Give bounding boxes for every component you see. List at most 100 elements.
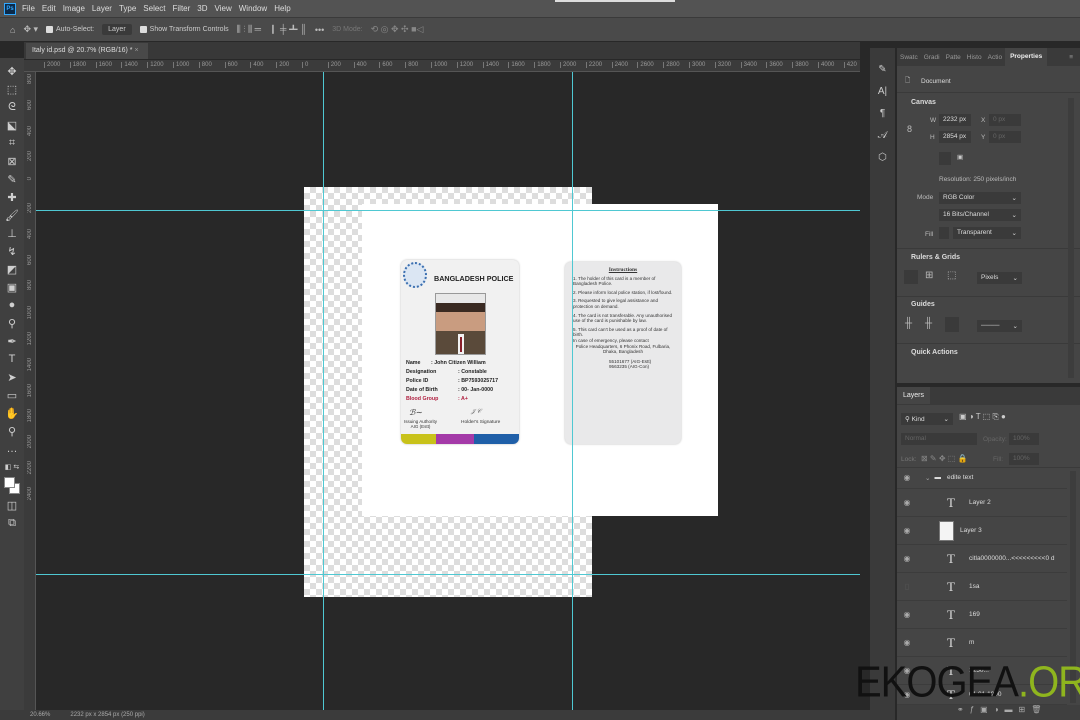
ruler-toggle-icon[interactable]	[904, 270, 918, 284]
gradient-tool-icon[interactable]: ▣	[3, 278, 21, 296]
guide-vertical[interactable]	[572, 72, 573, 710]
depth-dropdown[interactable]: 16 Bits/Channel ⌄	[939, 209, 1021, 221]
width-field[interactable]: 2232 px	[939, 114, 971, 126]
show-transform-checkbox[interactable]: Show Transform Controls	[139, 26, 229, 33]
tab-swatches[interactable]: Swatc	[897, 54, 921, 61]
document-tab[interactable]: Italy id.psd @ 20.7% (RGB/16) * ×	[26, 43, 148, 59]
type-tool-icon[interactable]: T	[3, 350, 21, 368]
search-bar[interactable]	[555, 0, 675, 2]
menu-type[interactable]: Type	[119, 4, 136, 13]
guide-horizontal[interactable]	[36, 210, 860, 211]
filter-kind-dropdown[interactable]: ⚲ Kind ⌄	[901, 413, 953, 425]
blend-mode-dropdown[interactable]: Normal	[901, 433, 977, 445]
tab-actions[interactable]: Actio	[985, 54, 1005, 61]
layer-row[interactable]: ◉ T Layer 2	[897, 489, 1067, 517]
visibility-off-icon[interactable]: ▯	[897, 582, 917, 591]
y-field[interactable]: 0 px	[989, 131, 1021, 143]
marquee-tool-icon[interactable]: ⬚	[3, 80, 21, 98]
layer-row[interactable]: ◉ Tm	[897, 629, 1067, 657]
menu-image[interactable]: Image	[63, 4, 85, 13]
close-tab-icon[interactable]: ×	[134, 47, 138, 54]
fill-field[interactable]: 100%	[1009, 453, 1039, 465]
lock-guides-icon[interactable]: ╫	[925, 318, 932, 329]
menu-select[interactable]: Select	[143, 4, 165, 13]
visibility-eye-icon[interactable]: ◉	[897, 638, 917, 647]
crop-tool-icon[interactable]: ⌗	[3, 134, 21, 152]
vertical-ruler[interactable]: 800 600 400 200 0 200 400 600 800 1000 1200 1400 160…	[24, 72, 36, 710]
zoom-level[interactable]: 20.66%	[30, 712, 50, 718]
lasso-tool-icon[interactable]: ᘓ	[3, 98, 21, 116]
blur-tool-icon[interactable]: ●	[3, 296, 21, 314]
units-dropdown[interactable]: Pixels ⌄	[977, 272, 1022, 284]
swap-colors-icon[interactable]: ◧ ⇆	[3, 458, 21, 476]
x-field[interactable]: 0 px	[989, 114, 1021, 126]
pen-tool-icon[interactable]: ✒	[3, 332, 21, 350]
menu-edit[interactable]: Edit	[42, 4, 56, 13]
home-icon[interactable]: ⌂	[10, 25, 15, 35]
layer-group-row[interactable]: ◉ ⌄ ▬ edite text	[897, 467, 1067, 489]
zoom-tool-icon[interactable]: ⚲	[3, 422, 21, 440]
canvas-section[interactable]: Canvas	[897, 99, 936, 106]
3d-tools-icons[interactable]: ⟲ ◎ ✥ ✣ ■◁	[371, 24, 424, 35]
id-card-front[interactable]: BANGLADESH POLICE Name: John Citizen Wil…	[401, 260, 519, 444]
stamp-tool-icon[interactable]: ⊥	[3, 224, 21, 242]
color-swatches[interactable]	[3, 476, 21, 496]
lock-icons[interactable]: ⊠ ✎ ✥ ⬚ 🔒	[921, 454, 968, 463]
guide-icon[interactable]: ╫	[905, 318, 912, 329]
pixel-grid-icon[interactable]: ⬚	[947, 270, 956, 281]
chevron-down-icon[interactable]: ⌄	[925, 474, 930, 482]
photoshop-logo-icon[interactable]: Ps	[4, 2, 16, 15]
character-icon[interactable]: A|	[870, 80, 895, 102]
grid-icon[interactable]: ⊞	[925, 270, 933, 281]
foreground-color-swatch[interactable]	[4, 477, 15, 488]
smart-guides-icon[interactable]	[945, 317, 959, 332]
link-icon[interactable]: 8	[907, 124, 912, 134]
brush-settings-icon[interactable]: ✎	[870, 58, 895, 80]
layer-row[interactable]: ▯ T 1sa	[897, 573, 1067, 601]
dodge-tool-icon[interactable]: ⚲	[3, 314, 21, 332]
visibility-eye-icon[interactable]: ◉	[897, 498, 917, 507]
rectangle-tool-icon[interactable]: ▭	[3, 386, 21, 404]
history-brush-icon[interactable]: ↯	[3, 242, 21, 260]
visibility-eye-icon[interactable]: ◉	[897, 554, 917, 563]
visibility-eye-icon[interactable]: ◉	[897, 526, 917, 535]
more-tools-icon[interactable]: …	[3, 440, 21, 458]
tab-gradients[interactable]: Gradi	[921, 54, 943, 61]
more-icon[interactable]: •••	[315, 25, 324, 35]
layers-footer-icons[interactable]: ⚭ƒ▣◑▬⊞🗑	[897, 705, 1080, 720]
tab-patterns[interactable]: Patte	[943, 54, 964, 61]
healing-brush-icon[interactable]: ✚	[3, 188, 21, 206]
height-field[interactable]: 2854 px	[939, 131, 971, 143]
menu-help[interactable]: Help	[274, 4, 290, 13]
visibility-eye-icon[interactable]: ◉	[897, 473, 917, 482]
visibility-eye-icon[interactable]: ◉	[897, 610, 917, 619]
guide-horizontal[interactable]	[36, 574, 860, 575]
fill-dropdown[interactable]: Transparent ⌄	[953, 227, 1021, 239]
mode-dropdown[interactable]: RGB Color ⌄	[939, 192, 1021, 204]
panel-menu-icon[interactable]: ≡	[1066, 54, 1076, 61]
screen-mode-icon[interactable]: ⧉	[3, 514, 21, 532]
opacity-field[interactable]: 100%	[1009, 433, 1039, 445]
rulers-grids-section[interactable]: Rulers & Grids	[897, 254, 960, 261]
menu-layer[interactable]: Layer	[92, 4, 112, 13]
object-select-tool-icon[interactable]: ⬕	[3, 116, 21, 134]
align-icons[interactable]: ⫼ ⫶ ⫼ ═ ┃ ╪ ┻ ║	[237, 24, 307, 35]
guide-vertical[interactable]	[323, 72, 324, 710]
move-tool-icon[interactable]: ✥ ▾	[23, 24, 38, 35]
filter-icons[interactable]: ▣ ◑ T ⬚ ⎘ ●	[959, 412, 1006, 422]
frame-tool-icon[interactable]: ⊠	[3, 152, 21, 170]
menu-3d[interactable]: 3D	[197, 4, 207, 13]
landscape-orientation-icon[interactable]: ▣	[957, 153, 963, 161]
portrait-orientation-icon[interactable]	[939, 152, 951, 165]
hand-tool-icon[interactable]: ✋	[3, 404, 21, 422]
tab-history[interactable]: Histo	[964, 54, 985, 61]
glyphs-icon[interactable]: 𝒜	[870, 124, 895, 146]
horizontal-ruler[interactable]: 2000 1800 1600 1400 1200 1000 800 600 400 200 0 200…	[24, 60, 860, 72]
menu-window[interactable]: Window	[239, 4, 267, 13]
menu-file[interactable]: File	[22, 4, 35, 13]
eraser-tool-icon[interactable]: ◩	[3, 260, 21, 278]
layer-row[interactable]: ◉ T 169	[897, 601, 1067, 629]
document-info[interactable]: 2232 px x 2854 px (250 ppi)	[70, 712, 144, 718]
guide-style-dropdown[interactable]: ──── ⌄	[977, 320, 1022, 332]
tab-properties[interactable]: Properties	[1005, 48, 1048, 66]
